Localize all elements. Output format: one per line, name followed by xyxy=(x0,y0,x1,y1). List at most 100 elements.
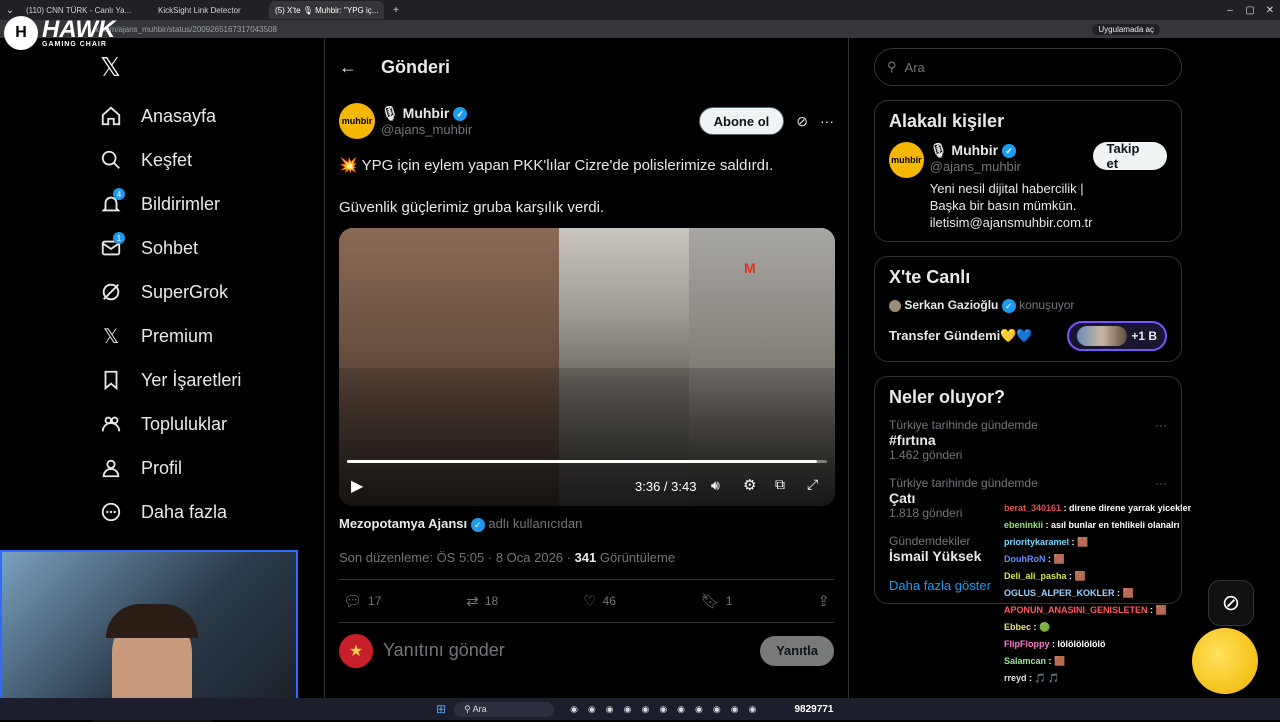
nav-profile[interactable]: Profil xyxy=(95,446,325,490)
reply-count: 17 xyxy=(368,593,382,608)
url-text: x.com/ajans_muhbir/status/20092651673170… xyxy=(95,24,277,34)
open-in-app-button[interactable]: Uygulamada aç xyxy=(1092,23,1160,35)
like-button[interactable]: ♡ 46 xyxy=(583,592,616,610)
subscribe-button[interactable]: Abone ol xyxy=(698,107,785,135)
chat-message: 🟢 xyxy=(1039,622,1051,632)
post-video[interactable]: M ▶ 3:36 / 3:43 🔊︎ ⚙ ⧉ ⤢ xyxy=(339,228,835,506)
nav-label: Bildirimler xyxy=(141,193,221,214)
viewer-count: 9829771 xyxy=(794,703,834,715)
trend-item[interactable]: Türkiye tarihinde gündemde ··· #fırtına 1… xyxy=(889,418,1167,462)
new-tab-icon[interactable]: + xyxy=(386,5,406,16)
chat-message: 🎵 🎵 xyxy=(1034,673,1060,683)
fullscreen-icon[interactable]: ⤢ xyxy=(807,476,818,493)
live-listeners-button[interactable]: +1 B xyxy=(1067,320,1167,351)
video-source-name[interactable]: Mezopotamya Ajansı xyxy=(339,516,467,531)
chat-message: asıl bunlar en tehlikeli olanalrı xyxy=(1051,520,1180,530)
nav-explore[interactable]: Keşfet xyxy=(95,138,325,182)
taskbar-apps-icon[interactable]: ◉◉◉◉◉◉◉◉◉◉◉ xyxy=(570,704,766,715)
chat-message: 🟫 xyxy=(1077,537,1089,547)
author-avatar[interactable]: muhbir xyxy=(339,103,375,139)
reply-input[interactable]: Yanıtını gönder xyxy=(383,640,505,661)
taskbar-search[interactable]: ⚲ Ara xyxy=(454,701,555,717)
related-handle[interactable]: @ajans_muhbir xyxy=(930,159,1093,174)
user-avatar[interactable]: ★ xyxy=(339,633,373,668)
live-host[interactable]: Serkan Gazioğlu xyxy=(904,298,998,312)
x-icon: 𝕏 xyxy=(102,325,120,348)
bookmark-button[interactable]: 🔖︎ 1 xyxy=(701,592,733,610)
nav-home[interactable]: Anasayfa xyxy=(95,94,325,138)
notification-badge: 4 xyxy=(113,188,125,200)
chat-line: rreyd : 🎵 🎵 xyxy=(1004,673,1060,683)
trend-name: #fırtına xyxy=(889,431,936,448)
chat-line: ebeninkii : asıl bunlar en tehlikeli ola… xyxy=(1004,520,1180,530)
more-options-icon[interactable]: ··· xyxy=(1155,418,1167,432)
nav-premium[interactable]: 𝕏 Premium xyxy=(95,314,325,358)
nav-chat[interactable]: 1 Sohbet xyxy=(95,226,325,270)
reply-button[interactable]: 💬︎ 17 xyxy=(343,592,381,610)
verified-icon: ✓ xyxy=(470,517,485,532)
reply-submit-button[interactable]: Yanıtla xyxy=(760,635,834,666)
video-watermark-icon: M xyxy=(744,260,756,276)
bell-icon: 4 xyxy=(95,188,127,220)
more-icon xyxy=(95,496,127,528)
pip-icon[interactable]: ⧉ xyxy=(775,476,785,493)
tab-label: (110) CNN TÜRK - Canlı Ya... xyxy=(26,5,132,15)
chat-line: OGLUS_ALPER_KOKLER : 🟫 xyxy=(1004,588,1134,598)
nav-supergrok[interactable]: SuperGrok xyxy=(95,270,325,314)
repost-icon: ⇄ xyxy=(466,592,479,610)
play-icon[interactable]: ▶ xyxy=(351,476,363,496)
chat-message: 🟫 xyxy=(1054,656,1066,666)
search-icon: ⚲ xyxy=(887,59,897,74)
more-options-icon[interactable]: ··· xyxy=(1155,476,1167,490)
volume-icon[interactable]: 🔊︎ xyxy=(711,477,720,494)
windows-start-icon[interactable]: ⊞ xyxy=(436,702,446,716)
chat-user: FlipFloppy xyxy=(1004,639,1050,649)
chat-message: direne direne yarrak yicekler xyxy=(1069,503,1192,513)
share-button[interactable]: ⇪ xyxy=(817,592,830,610)
author-name[interactable]: 🎙 Muhbir xyxy=(381,105,449,121)
tab-strip: ⌄ (110) CNN TÜRK - Canlı Ya... KickSight… xyxy=(0,0,1280,20)
grok-icon[interactable]: ⊘ xyxy=(796,113,808,130)
related-avatar[interactable]: muhbir xyxy=(889,142,924,178)
brand-overlay: H HAWK GAMING CHAIR xyxy=(4,16,115,50)
live-topic[interactable]: Transfer Gündemi💛💙 xyxy=(889,328,1033,344)
search-placeholder: Ara xyxy=(904,59,925,75)
video-time: 3:36 / 3:43 xyxy=(635,479,697,494)
repost-button[interactable]: ⇄ 18 xyxy=(466,592,498,610)
chat-line: Deli_ali_pasha : 🟫 xyxy=(1004,571,1086,581)
search-input[interactable]: ⚲ Ara xyxy=(874,48,1182,86)
minimize-icon[interactable]: – xyxy=(1220,5,1240,16)
author-handle[interactable]: @ajans_muhbir xyxy=(381,122,472,137)
trends-title: Neler oluyor? xyxy=(889,386,1006,407)
settings-icon[interactable]: ⚙ xyxy=(743,476,756,494)
chat-user: Deli_ali_pasha xyxy=(1004,571,1067,581)
nav-more[interactable]: Daha fazla xyxy=(95,490,325,534)
close-icon[interactable]: ✕ xyxy=(1260,5,1280,16)
post-text-line2: Güvenlik güçlerimiz gruba karşılık verdi… xyxy=(339,199,605,216)
video-crowd xyxy=(339,368,835,506)
post-timestamp[interactable]: Son düzenleme: ÖS 5:05 · 8 Oca 2026 · xyxy=(339,550,571,565)
brand-name: HAWK xyxy=(42,15,116,43)
bookmark-icon: 🔖︎ xyxy=(700,592,720,610)
video-progress-track[interactable] xyxy=(347,460,827,463)
tab-kicksight[interactable]: KickSight Link Detector xyxy=(152,1,267,19)
nav-label: Daha fazla xyxy=(141,501,228,522)
address-bar[interactable]: x.com/ajans_muhbir/status/20092651673170… xyxy=(0,20,1280,38)
grok-float-icon[interactable]: ⊘ xyxy=(1208,580,1254,626)
taskbar-search-label: Ara xyxy=(472,703,487,714)
related-name[interactable]: 🎙 Muhbir xyxy=(930,142,998,158)
chat-line: berat_340161 : direne direne yarrak yice… xyxy=(1004,503,1192,513)
x-logo-icon[interactable]: 𝕏 xyxy=(100,52,121,83)
webcam-overlay xyxy=(0,550,298,722)
follow-button[interactable]: Takip et xyxy=(1092,141,1167,171)
chat-badge: 1 xyxy=(113,232,125,244)
nav-communities[interactable]: Topluluklar xyxy=(95,402,325,446)
nav-bookmarks[interactable]: Yer İşaretleri xyxy=(95,358,325,402)
chat-user: DouhRoN xyxy=(1004,554,1046,564)
tab-x[interactable]: (5) X'te 🎙 Muhbir: "YPG iç... xyxy=(269,1,384,19)
back-arrow-icon[interactable]: ← xyxy=(339,57,357,78)
nav-notifications[interactable]: 4 Bildirimler xyxy=(95,182,325,226)
tab-menu-icon[interactable]: ⌄ xyxy=(0,5,20,16)
more-options-icon[interactable]: ··· xyxy=(820,113,834,129)
maximize-icon[interactable]: ▢ xyxy=(1240,5,1260,16)
